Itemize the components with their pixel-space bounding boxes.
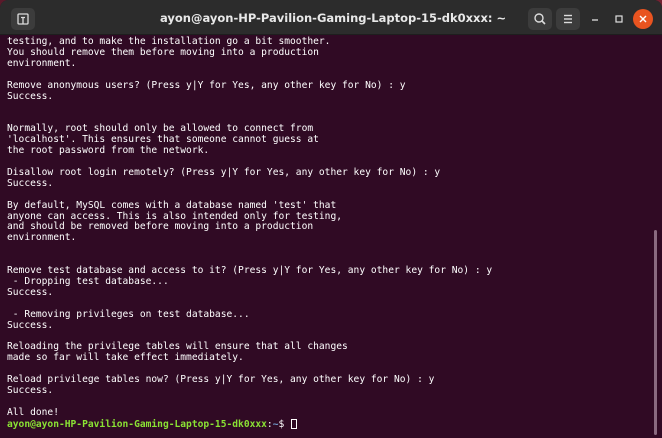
terminal-line: - Dropping test database... <box>7 275 169 287</box>
shell-prompt[interactable]: ayon@ayon-HP-Pavilion-Gaming-Laptop-15-d… <box>7 418 650 430</box>
search-button[interactable] <box>528 8 552 30</box>
terminal-line: All done! <box>7 406 59 418</box>
terminal-line: made so far will take effect immediately… <box>7 352 244 364</box>
terminal-line: environment. <box>7 57 77 69</box>
terminal-line: You should remove them before moving int… <box>7 46 319 58</box>
title-bar[interactable]: ayon@ayon-HP-Pavilion-Gaming-Laptop-15-d… <box>0 0 662 35</box>
scrollbar-thumb[interactable] <box>654 230 657 435</box>
terminal-line: Reload privilege tables now? (Press y|Y … <box>7 374 435 386</box>
prompt-user-host: ayon@ayon-HP-Pavilion-Gaming-Laptop-15-d… <box>7 418 267 430</box>
maximize-icon <box>615 15 623 23</box>
menu-button[interactable] <box>556 8 580 30</box>
search-icon <box>534 13 546 25</box>
prompt-symbol: $ <box>278 418 291 430</box>
terminal-line: Remove anonymous users? (Press y|Y for Y… <box>7 79 406 91</box>
terminal-output[interactable]: testing, and to make the installation go… <box>0 35 650 438</box>
minimize-button[interactable] <box>585 9 605 29</box>
terminal-line: Success. <box>7 319 54 331</box>
close-icon <box>639 15 647 23</box>
new-tab-icon <box>17 13 29 25</box>
scrollbar[interactable] <box>650 35 662 438</box>
terminal-line: Success. <box>7 385 54 396</box>
terminal-window: ayon@ayon-HP-Pavilion-Gaming-Laptop-15-d… <box>0 0 662 438</box>
window-title: ayon@ayon-HP-Pavilion-Gaming-Laptop-15-d… <box>160 11 507 25</box>
terminal-line: the root password from the network. <box>7 145 210 157</box>
terminal-line: Success. <box>7 177 54 189</box>
new-tab-button[interactable] <box>11 8 35 30</box>
terminal-line: and should be removed before moving into… <box>7 221 314 233</box>
text-cursor <box>291 418 298 429</box>
close-button[interactable] <box>633 9 653 29</box>
minimize-icon <box>592 19 598 21</box>
hamburger-menu-icon <box>564 14 572 24</box>
terminal-line: Success. <box>7 286 54 298</box>
terminal-line: Disallow root login remotely? (Press y|Y… <box>7 166 441 178</box>
terminal-line: environment. <box>7 232 77 244</box>
terminal-line: Success. <box>7 90 54 102</box>
terminal-line: By default, MySQL comes with a database … <box>7 199 337 211</box>
maximize-button[interactable] <box>609 9 629 29</box>
terminal-line: - Removing privileges on test database..… <box>7 308 250 320</box>
